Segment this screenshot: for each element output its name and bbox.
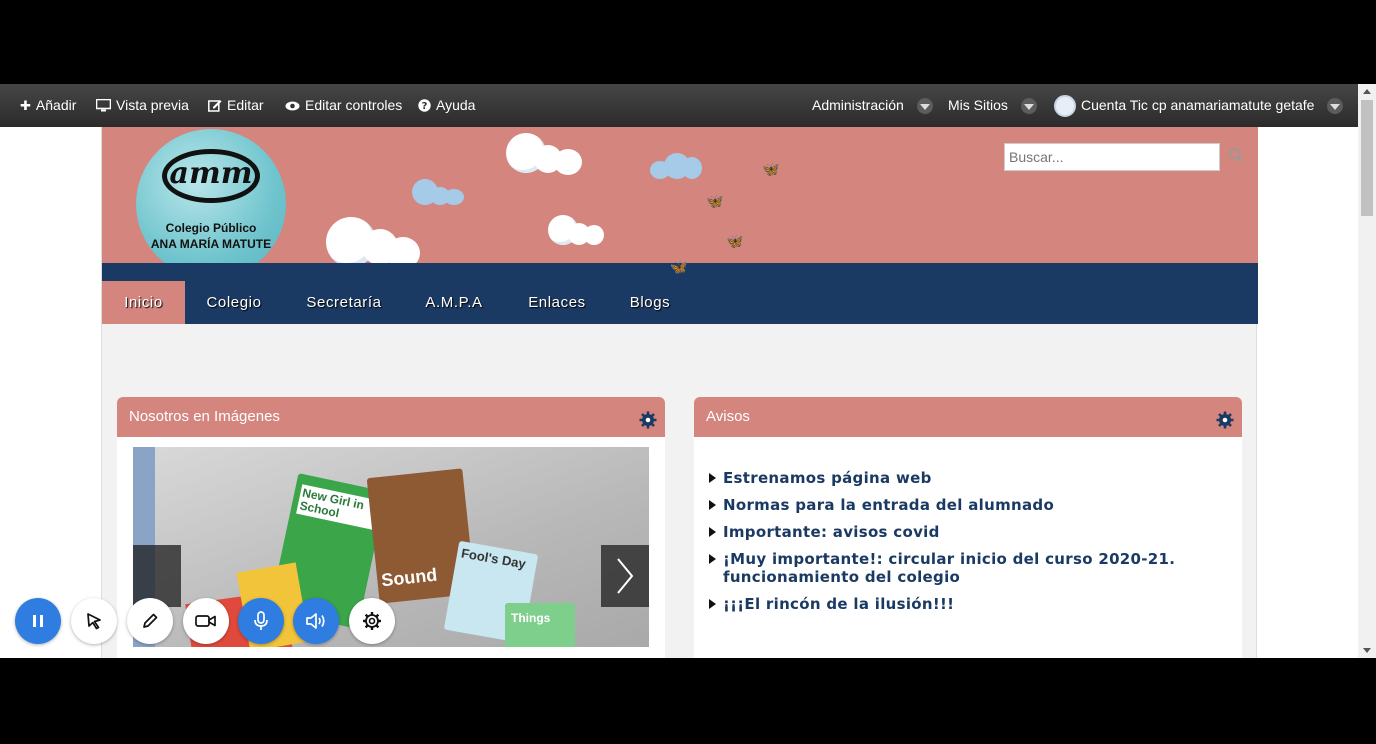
- aviso-link[interactable]: Estrenamos página web: [708, 469, 1228, 487]
- account-menu[interactable]: Cuenta Tic cp anamariamatute getafe: [1054, 84, 1344, 127]
- scroll-up-icon[interactable]: [1363, 89, 1371, 94]
- account-label: Cuenta Tic cp anamariamatute getafe: [1081, 97, 1315, 113]
- screen: ✚ Añadir Vista previa Editar Editar cont…: [0, 0, 1376, 744]
- edit-controls-label: Editar controles: [305, 97, 403, 113]
- video-camera-icon: [195, 615, 216, 627]
- page-container: amm Colegio Público ANA MARÍA MATUTE 🦋 🦋…: [101, 127, 1258, 658]
- book-cover: Things: [505, 603, 575, 647]
- edit-button[interactable]: Editar: [208, 84, 264, 127]
- help-button[interactable]: ? Ayuda: [418, 84, 475, 127]
- nav-item-enlaces[interactable]: Enlaces: [514, 281, 600, 324]
- main-nav: 🦋 Inicio Colegio Secretaría A.M.P.A Enla…: [102, 259, 1258, 324]
- school-logo[interactable]: amm Colegio Público ANA MARÍA MATUTE: [136, 129, 286, 263]
- speaker-icon: [306, 613, 325, 629]
- aviso-link[interactable]: ¡¡¡El rincón de la ilusión!!!: [708, 595, 1228, 613]
- monitor-icon: [96, 99, 111, 112]
- nav-item-secretaria[interactable]: Secretaría: [292, 281, 396, 324]
- cloud-decoration: [548, 215, 612, 251]
- edit-controls-button[interactable]: Editar controles: [285, 84, 402, 127]
- search-input[interactable]: [1004, 143, 1220, 171]
- chevron-down-icon: [1327, 97, 1344, 114]
- avisos-list: Estrenamos página web Normas para la ent…: [708, 469, 1228, 622]
- nav-item-ampa[interactable]: A.M.P.A: [412, 281, 496, 324]
- admin-bar: ✚ Añadir Vista previa Editar Editar cont…: [0, 84, 1358, 127]
- butterfly-icon: 🦋: [706, 193, 724, 209]
- cloud-decoration: [412, 177, 468, 209]
- butterfly-icon: 🦋: [762, 161, 780, 177]
- book-title: New Girl in School: [296, 484, 379, 530]
- gear-icon[interactable]: [1216, 411, 1234, 429]
- logo-line1: Colegio Público: [165, 221, 257, 235]
- my-sites-menu[interactable]: Mis Sitios: [948, 84, 1037, 127]
- chevron-down-icon: [916, 97, 933, 114]
- preview-button[interactable]: Vista previa: [96, 84, 189, 127]
- chevron-right-icon: [617, 558, 634, 594]
- question-icon: ?: [418, 99, 431, 112]
- administration-menu[interactable]: Administración: [812, 84, 933, 127]
- plus-icon: ✚: [20, 98, 31, 113]
- logo-mark: amm: [162, 149, 260, 203]
- svg-text:?: ?: [422, 101, 428, 112]
- butterfly-icon: 🦋: [670, 259, 688, 275]
- book-title: Sound: [380, 564, 439, 591]
- page-scrollbar[interactable]: [1358, 84, 1376, 658]
- cursor-icon: [87, 613, 101, 630]
- settings-button[interactable]: [349, 598, 395, 644]
- book-title: Fool's Day: [460, 545, 527, 572]
- logo-line2: ANA MARÍA MATUTE: [150, 237, 272, 251]
- add-button[interactable]: ✚ Añadir: [20, 84, 76, 127]
- scroll-down-icon[interactable]: [1363, 648, 1371, 653]
- browser-viewport: ✚ Añadir Vista previa Editar Editar cont…: [0, 84, 1376, 658]
- nav-item-inicio[interactable]: Inicio: [102, 281, 185, 324]
- avatar: [1054, 94, 1076, 117]
- nav-item-blogs[interactable]: Blogs: [616, 281, 684, 324]
- aviso-link[interactable]: ¡Muy importante!: circular inicio del cu…: [708, 550, 1228, 586]
- chevron-down-icon: [1020, 97, 1037, 114]
- my-sites-label: Mis Sitios: [948, 97, 1008, 113]
- camera-button[interactable]: [183, 598, 229, 644]
- cursor-tool-button[interactable]: [71, 598, 117, 644]
- help-label: Ayuda: [436, 97, 476, 113]
- cloud-decoration: [650, 151, 706, 183]
- search-icon[interactable]: [1228, 147, 1244, 163]
- pen-tool-button[interactable]: [127, 598, 173, 644]
- speaker-button[interactable]: [293, 598, 339, 644]
- avisos-panel: Avisos Estrenamos página web Normas para…: [694, 397, 1242, 658]
- pencil-icon: [143, 613, 158, 628]
- gear-icon: [363, 612, 381, 630]
- avisos-panel-header: Avisos: [694, 397, 1242, 437]
- avisos-panel-title: Avisos: [706, 408, 750, 425]
- eye-icon: [285, 101, 300, 110]
- pause-button[interactable]: [15, 598, 61, 644]
- slider-prev-button[interactable]: [133, 545, 181, 607]
- pause-icon: [33, 615, 43, 627]
- butterfly-icon: 🦋: [726, 233, 744, 249]
- book-title: Things: [511, 611, 551, 625]
- edit-label: Editar: [227, 97, 264, 113]
- gallery-panel-header: Nosotros en Imágenes: [117, 397, 665, 437]
- microphone-button[interactable]: [238, 598, 284, 644]
- administration-label: Administración: [812, 97, 904, 113]
- scrollbar-thumb[interactable]: [1361, 100, 1373, 216]
- preview-label: Vista previa: [116, 97, 189, 113]
- gear-icon[interactable]: [639, 411, 657, 429]
- nav-item-colegio[interactable]: Colegio: [192, 281, 276, 324]
- gallery-panel-title: Nosotros en Imágenes: [129, 408, 280, 425]
- cloud-decoration: [506, 133, 586, 181]
- cloud-decoration: [326, 213, 426, 263]
- aviso-link[interactable]: Normas para la entrada del alumnado: [708, 496, 1228, 514]
- site-header: amm Colegio Público ANA MARÍA MATUTE 🦋 🦋…: [102, 127, 1258, 263]
- edit-icon: [208, 100, 222, 112]
- slider-next-button[interactable]: [601, 545, 649, 607]
- microphone-icon: [254, 611, 268, 630]
- aviso-link[interactable]: Importante: avisos covid: [708, 523, 1228, 541]
- add-label: Añadir: [35, 97, 77, 113]
